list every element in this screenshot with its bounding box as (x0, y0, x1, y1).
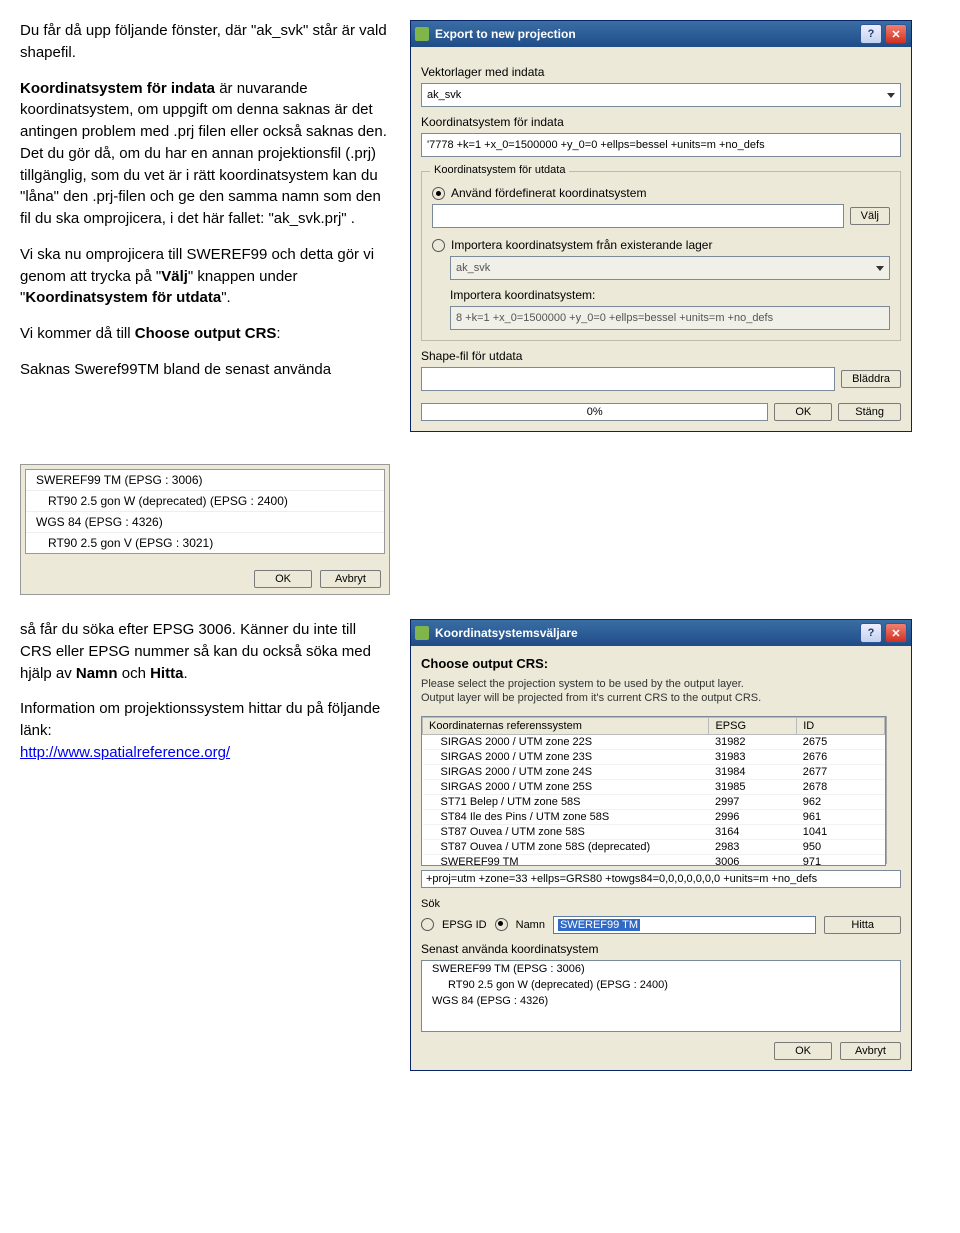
hitta-button[interactable]: Hitta (824, 916, 901, 934)
table-row[interactable]: SIRGAS 2000 / UTM zone 24S319842677 (423, 764, 885, 779)
help-button[interactable]: ? (860, 24, 882, 44)
top-section: Du får då upp följande fönster, där "ak_… (20, 20, 940, 452)
ok-button[interactable]: OK (254, 570, 312, 588)
table-row[interactable]: SIRGAS 2000 / UTM zone 25S319852678 (423, 779, 885, 794)
choose-output-heading: Choose output CRS: (421, 656, 901, 671)
col-name[interactable]: Koordinaternas referenssystem (423, 717, 709, 734)
radio-predefined[interactable] (432, 187, 445, 200)
progress-bar: 0% (421, 403, 768, 421)
export-dialog-titlebar[interactable]: Export to new projection ? ✕ (411, 21, 911, 47)
ok-button[interactable]: OK (774, 403, 832, 421)
cancel-button[interactable]: Avbryt (840, 1042, 901, 1060)
output-crs-group: Koordinatsystem för utdata Använd fördef… (421, 171, 901, 341)
table-row[interactable]: ST87 Ouvea / UTM zone 58S31641041 (423, 824, 885, 839)
list-item[interactable]: WGS 84 (EPSG : 4326) (26, 511, 384, 532)
crs-recent-panel: SWEREF99 TM (EPSG : 3006) RT90 2.5 gon W… (20, 464, 390, 595)
import-crs-field: 8 +k=1 +x_0=1500000 +y_0=0 +ellps=bessel… (450, 306, 890, 330)
import-layer-combo[interactable]: ak_svk (450, 256, 890, 280)
para-7: Information om projektionssystem hittar … (20, 698, 390, 763)
crs-chooser-title: Koordinatsystemsväljare (435, 626, 578, 640)
radio-import[interactable] (432, 239, 445, 252)
table-row[interactable]: SIRGAS 2000 / UTM zone 22S319822675 (423, 734, 885, 749)
recent-crs-list[interactable]: SWEREF99 TM (EPSG : 3006) RT90 2.5 gon W… (421, 960, 901, 1032)
output-crs-legend: Koordinatsystem för utdata (430, 164, 569, 176)
table-row[interactable]: SIRGAS 2000 / UTM zone 23S319832676 (423, 749, 885, 764)
radio-predefined-label: Använd fördefinerat koordinatsystem (451, 186, 646, 200)
ok-button[interactable]: OK (774, 1042, 832, 1060)
label-input-crs: Koordinatsystem för indata (421, 115, 901, 129)
valj-button[interactable]: Välj (850, 207, 890, 225)
radio-namn[interactable] (495, 918, 508, 931)
radio-import-label: Importera koordinatsystem från existeran… (451, 238, 712, 252)
radio-epsg-id-label: EPSG ID (442, 919, 487, 931)
close-window-button[interactable]: Stäng (838, 403, 901, 421)
crs-chooser-dialog: Koordinatsystemsväljare ? ✕ Choose outpu… (410, 619, 912, 1071)
chevron-down-icon (887, 93, 895, 98)
label-recent-crs: Senast använda koordinatsystem (421, 942, 901, 956)
crs-table[interactable]: Koordinaternas referenssystem EPSG ID SI… (421, 716, 886, 866)
list-item[interactable]: WGS 84 (EPSG : 4326) (422, 993, 900, 1009)
spatialreference-link[interactable]: http://www.spatialreference.org/ (20, 744, 230, 761)
para-3: Vi ska nu omprojicera till SWEREF99 och … (20, 244, 390, 309)
export-dialog: Export to new projection ? ✕ Vektorlager… (410, 20, 912, 432)
label-shape-output: Shape-fil för utdata (421, 349, 901, 363)
label-import-crs: Importera koordinatsystem: (450, 288, 890, 302)
list-item[interactable]: RT90 2.5 gon V (EPSG : 3021) (26, 532, 384, 553)
crs-recent-list[interactable]: SWEREF99 TM (EPSG : 3006) RT90 2.5 gon W… (25, 469, 385, 554)
para-4: Vi kommer då till Choose output CRS: (20, 323, 390, 345)
export-dialog-title: Export to new projection (435, 27, 576, 41)
radio-epsg-id[interactable] (421, 918, 434, 931)
crs-chooser-titlebar[interactable]: Koordinatsystemsväljare ? ✕ (411, 620, 911, 646)
table-row[interactable]: ST84 Ile des Pins / UTM zone 58S2996961 (423, 809, 885, 824)
table-row[interactable]: ST87 Ouvea / UTM zone 58S (deprecated)29… (423, 839, 885, 854)
chevron-down-icon (876, 266, 884, 271)
para-1: Du får då upp följande fönster, där "ak_… (20, 20, 390, 64)
vector-layer-combo[interactable]: ak_svk (421, 83, 901, 107)
table-scrollbar[interactable] (886, 716, 901, 864)
instruction-text: Du får då upp följande fönster, där "ak_… (20, 20, 390, 452)
app-icon (415, 27, 429, 41)
list-item[interactable]: RT90 2.5 gon W (deprecated) (EPSG : 2400… (26, 490, 384, 511)
bottom-section: så får du söka efter EPSG 3006. Känner d… (20, 619, 940, 1091)
browse-button[interactable]: Bläddra (841, 370, 901, 388)
col-id[interactable]: ID (797, 717, 885, 734)
search-row: Sök (421, 898, 901, 910)
help-button[interactable]: ? (860, 623, 882, 643)
table-row[interactable]: ST71 Belep / UTM zone 58S2997962 (423, 794, 885, 809)
table-row[interactable]: SWEREF99 TM3006971 (423, 854, 885, 866)
col-epsg[interactable]: EPSG (709, 717, 797, 734)
close-button[interactable]: ✕ (885, 623, 907, 643)
shape-output-field[interactable] (421, 367, 835, 391)
input-crs-field[interactable]: '7778 +k=1 +x_0=1500000 +y_0=0 +ellps=be… (421, 133, 901, 157)
para-5: Saknas Sweref99TM bland de senast använd… (20, 359, 390, 381)
close-button[interactable]: ✕ (885, 24, 907, 44)
app-icon (415, 626, 429, 640)
choose-output-desc: Please select the projection system to b… (421, 677, 901, 706)
search-label: Sök (421, 898, 440, 910)
search-input[interactable]: SWEREF99 TM (553, 916, 816, 934)
radio-namn-label: Namn (516, 919, 545, 931)
list-item[interactable]: RT90 2.5 gon W (deprecated) (EPSG : 2400… (422, 977, 900, 993)
cancel-button[interactable]: Avbryt (320, 570, 381, 588)
list-item[interactable]: SWEREF99 TM (EPSG : 3006) (422, 961, 900, 977)
list-item[interactable]: SWEREF99 TM (EPSG : 3006) (26, 470, 384, 490)
predefined-crs-field[interactable] (432, 204, 844, 228)
proj-string-field: +proj=utm +zone=33 +ellps=GRS80 +towgs84… (421, 870, 901, 888)
para-2: Koordinatsystem för indata är nuvarande … (20, 78, 390, 230)
label-vector-layer: Vektorlager med indata (421, 65, 901, 79)
para-6: så får du söka efter EPSG 3006. Känner d… (20, 619, 390, 684)
